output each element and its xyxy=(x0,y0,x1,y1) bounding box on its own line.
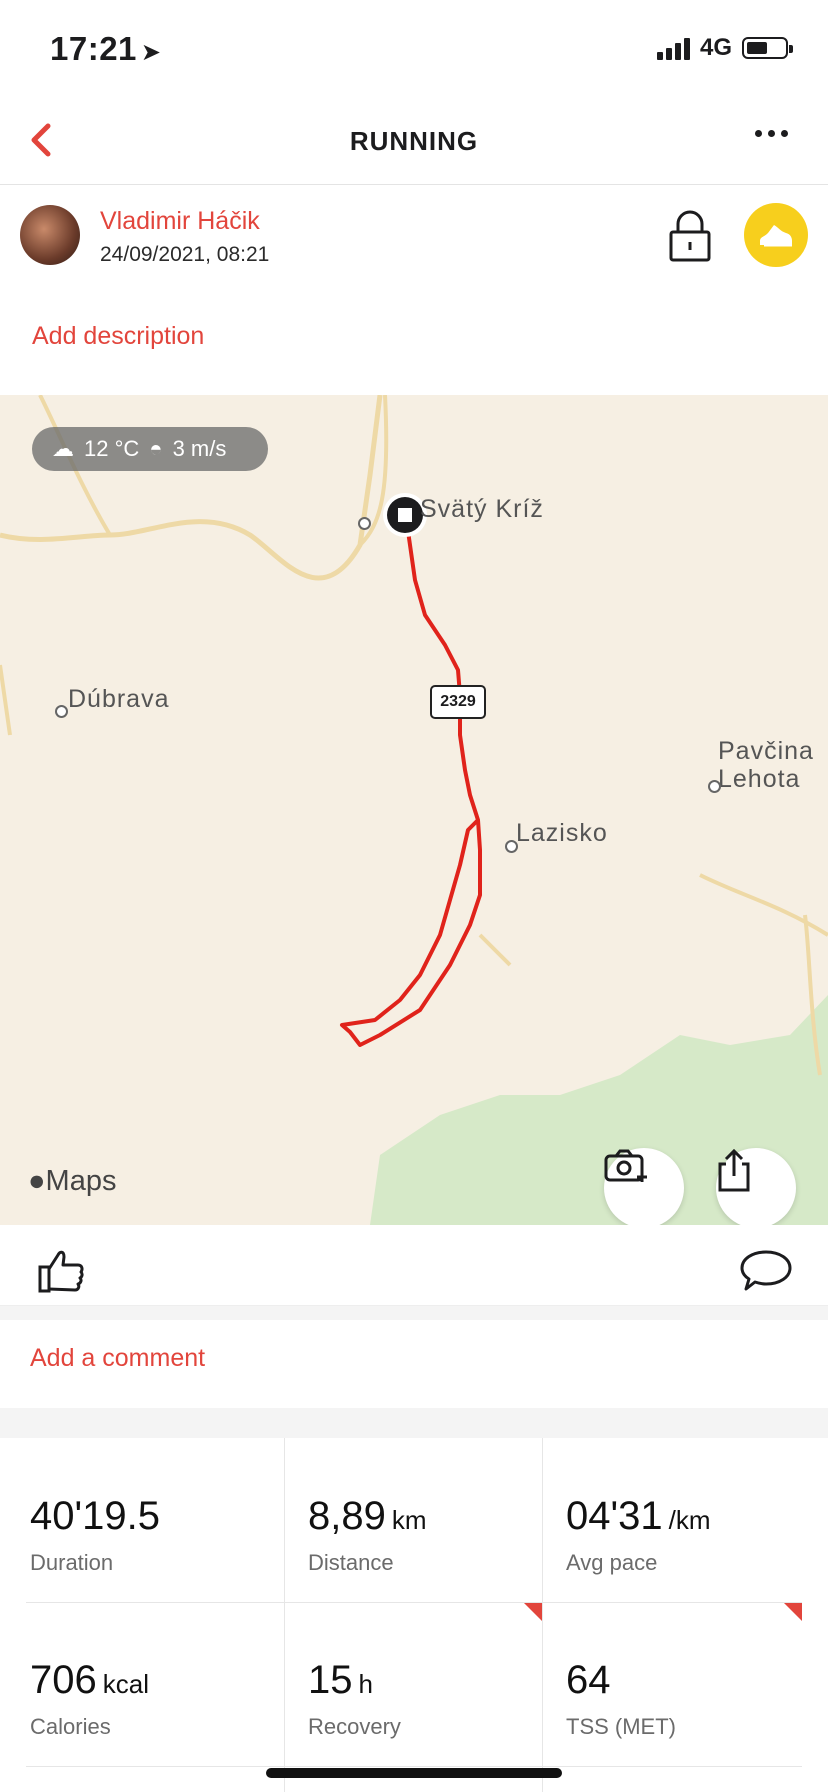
stat-value: 40'19.5 xyxy=(30,1494,160,1538)
add-photo-icon xyxy=(604,1149,647,1182)
time-text: 17:21 xyxy=(50,30,137,67)
activity-header: Vladimir Háčik 24/09/2021, 08:21 xyxy=(0,185,828,275)
stat-label: Calories xyxy=(30,1714,111,1739)
user-name[interactable]: Vladimir Háčik xyxy=(100,207,260,236)
stat-label: TSS (MET) xyxy=(566,1714,676,1739)
place-dot xyxy=(708,780,721,793)
place-lazisko: Lazisko xyxy=(516,819,608,847)
stat-value: 8,89 km xyxy=(308,1494,427,1538)
more-icon[interactable] xyxy=(755,130,788,137)
signal-icon xyxy=(656,36,690,60)
weather-badge: ☁ 12 °C ◓ 3 m/s xyxy=(32,427,268,471)
stat-label: Recovery xyxy=(308,1714,401,1739)
place-dot xyxy=(55,705,68,718)
add-comment-link[interactable]: Add a comment xyxy=(30,1344,205,1373)
grid-divider xyxy=(542,1438,543,1792)
stat-value: 64 xyxy=(566,1658,611,1702)
weather-temp: 12 °C xyxy=(84,436,140,461)
status-indicators: 4G xyxy=(656,34,793,62)
activity-date: 24/09/2021, 08:21 xyxy=(100,243,270,266)
reactions-row xyxy=(0,1225,828,1306)
network-type: 4G xyxy=(699,34,732,61)
location-arrow-icon: ➤ xyxy=(140,39,162,66)
wind-icon: ◓ xyxy=(149,436,163,461)
cloud-icon: ☁ xyxy=(52,436,74,461)
lock-icon[interactable] xyxy=(668,210,712,262)
place-dubrava: Dúbrava xyxy=(68,685,170,713)
place-pavcina: Pavčina xyxy=(718,737,814,765)
maps-attribution: Maps xyxy=(45,1165,117,1197)
share-button[interactable] xyxy=(716,1148,796,1225)
running-shoe-icon xyxy=(744,203,808,267)
stat-duration[interactable]: 40'19.5 Duration xyxy=(0,1438,256,1600)
thumbs-up-icon[interactable] xyxy=(36,1245,86,1295)
stat-label: Duration xyxy=(30,1550,114,1575)
road-number-badge: 2329 xyxy=(430,685,486,719)
apple-logo-icon: ● xyxy=(28,1165,46,1197)
status-bar: 17:21 ➤ 4G xyxy=(0,0,828,100)
stat-label: Avg pace xyxy=(566,1550,658,1575)
place-svaty-kriz: Svätý Kríž xyxy=(420,495,544,523)
home-indicator xyxy=(266,1768,562,1778)
comment-icon[interactable] xyxy=(740,1249,792,1293)
route-map[interactable]: ☁ 12 °C ◓ 3 m/s Svätý Kríž Dúbrava Pavči… xyxy=(0,395,828,1225)
info-corner-marker xyxy=(524,1603,542,1621)
add-photo-button[interactable] xyxy=(604,1148,684,1225)
stat-label: Distance xyxy=(308,1550,394,1575)
section-divider xyxy=(0,1408,828,1438)
stat-value: 04'31/km xyxy=(566,1494,711,1538)
avatar[interactable] xyxy=(20,205,80,265)
stat-avg-pace[interactable]: 04'31/km Avg pace xyxy=(536,1438,792,1600)
grid-divider xyxy=(26,1766,802,1767)
apple-maps-logo: ●Maps xyxy=(28,1165,116,1198)
stat-distance[interactable]: 8,89 km Distance xyxy=(278,1438,534,1600)
grid-divider xyxy=(284,1438,285,1792)
stat-tss[interactable]: 64 TSS (MET) xyxy=(536,1602,792,1764)
stat-calories[interactable]: 706 kcal Calories xyxy=(0,1602,256,1764)
stat-recovery[interactable]: 15 h Recovery xyxy=(278,1602,534,1764)
section-divider xyxy=(0,1306,828,1320)
weather-wind: 3 m/s xyxy=(172,436,227,461)
map-canvas xyxy=(0,395,828,1225)
add-description-link[interactable]: Add description xyxy=(32,322,204,351)
page-title: RUNNING xyxy=(349,126,479,156)
place-lehota: Lehota xyxy=(718,765,801,793)
stats-grid: 40'19.5 Duration 8,89 km Distance 04'31/k… xyxy=(0,1438,828,1792)
nav-bar: RUNNING xyxy=(0,100,828,185)
info-corner-marker xyxy=(784,1603,802,1621)
share-icon xyxy=(718,1148,750,1192)
place-dot xyxy=(358,517,371,530)
stat-value: 706 kcal xyxy=(30,1658,149,1702)
status-time: 17:21 ➤ xyxy=(50,30,162,68)
grid-divider xyxy=(26,1602,802,1603)
stat-value: 15 h xyxy=(308,1658,373,1702)
battery-icon xyxy=(742,37,793,59)
